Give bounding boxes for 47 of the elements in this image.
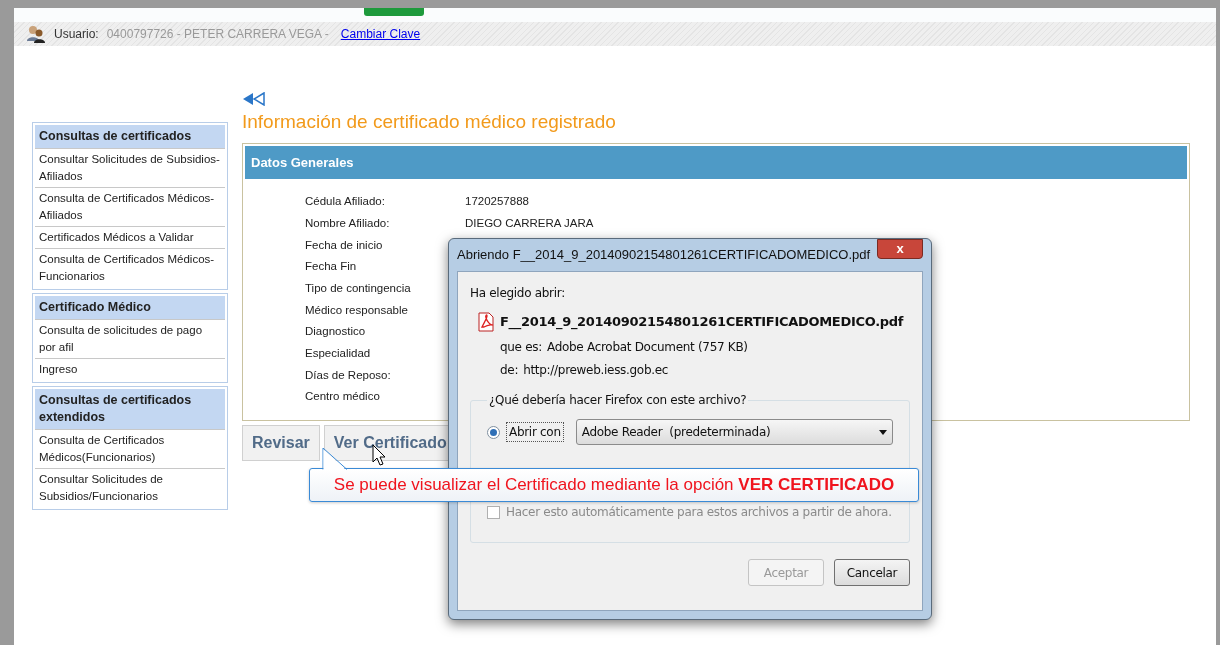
menu-item[interactable]: Consultar Solicitudes de Subsidios-Afiliados — [35, 148, 225, 187]
type-value: Adobe Acrobat Document (757 KB) — [547, 339, 748, 356]
page-title: Información de certificado médico registrado — [242, 110, 617, 134]
menu-item[interactable]: Consulta de Certificados Médicos(Funcionarios) — [35, 429, 225, 468]
section-title: Consultas de certificados extendidos — [35, 389, 225, 429]
user-name: 0400797726 - PETER CARRERA VEGA - — [106, 26, 329, 43]
field-value: DIEGO CARRERA JARA — [465, 215, 594, 231]
application-dropdown[interactable]: Adobe Reader (predeterminada) — [575, 419, 893, 445]
radio-button[interactable] — [487, 425, 500, 439]
field-label: Fecha Fin — [305, 259, 358, 275]
field-label: Cédula Afiliado: — [305, 194, 386, 210]
field-label: Centro médico — [305, 389, 381, 405]
field-label: Nombre Afiliado: — [305, 215, 391, 231]
action-button[interactable]: Revisar — [242, 424, 320, 461]
field-value: 1720257888 — [465, 194, 529, 210]
file-name: F__2014_9_20140902154801261CERTIFICADOMEDICO.pdf — [500, 313, 904, 332]
caret-icon — [879, 429, 887, 435]
section-title: Consultas de certificados — [35, 125, 225, 148]
menu-item[interactable]: Consulta de Certificados Médicos-Afiliados — [35, 187, 225, 226]
close-button[interactable]: x — [877, 239, 923, 259]
pdf-file-icon — [478, 312, 494, 332]
user-label: Usuario: — [54, 26, 99, 43]
dialog-button[interactable]: Cancelar — [834, 559, 910, 586]
field-label: Días de Reposo: — [305, 367, 392, 383]
panel-header: Datos Generales — [245, 145, 1187, 179]
section-title: Certificado Médico — [35, 296, 225, 319]
type-label: que es: — [500, 339, 542, 356]
dialog-title: Abriendo F__2014_9_20140902154801261CERTIFICADOMEDICO.pdf — [457, 246, 871, 265]
field-label: Diagnostico — [305, 324, 367, 340]
callout-text: Se puede visualizar el Certificado mediante la opción VER CERTIFICADO — [333, 474, 895, 497]
field-label: Médico responsable — [305, 302, 409, 318]
source-value: http://preweb.iess.gob.ec — [523, 362, 669, 379]
menu-item[interactable]: Consulta de solicitudes de pago por afil — [35, 319, 225, 358]
field-label: Fecha de inicio — [305, 237, 384, 253]
field-label: Especialidad — [305, 346, 372, 362]
radio-label[interactable]: Abrir con — [506, 422, 564, 442]
users-icon — [26, 25, 46, 43]
intro-text: Ha elegido abrir: — [470, 285, 566, 302]
back-icon[interactable] — [242, 92, 266, 106]
menu-item[interactable]: Ingreso — [35, 358, 225, 380]
menu-item[interactable]: Certificados Médicos a Validar — [35, 226, 225, 248]
source-label: de: — [500, 362, 519, 379]
change-password-link[interactable]: Cambiar Clave — [340, 25, 421, 43]
question-text: ¿Qué debería hacer Firefox con este archivo? — [488, 392, 748, 409]
menu-item[interactable]: Consultar Solicitudes de Subsidios/Funcionarios — [35, 468, 225, 507]
menu-item[interactable]: Consulta de Certificados Médicos-Funcionarios — [35, 248, 225, 287]
field-label: Tipo de contingencia — [305, 280, 412, 296]
